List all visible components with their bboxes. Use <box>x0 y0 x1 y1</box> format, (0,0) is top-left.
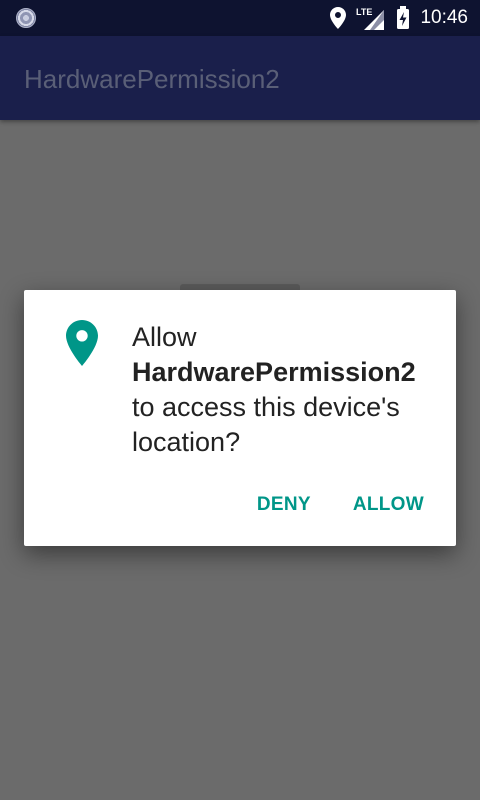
permission-dialog: Allow HardwarePermission2 to access this… <box>24 290 456 546</box>
message-app-name: HardwarePermission2 <box>132 357 416 387</box>
deny-button[interactable]: DENY <box>249 490 319 520</box>
app-title: HardwarePermission2 <box>24 64 280 94</box>
notification-icon <box>16 8 36 28</box>
status-bar: LTE 10:46 <box>0 0 480 36</box>
message-suffix: to access this device's location? <box>132 392 400 457</box>
message-prefix: Allow <box>132 322 197 352</box>
battery-charging-icon <box>397 6 410 29</box>
network-type-label: LTE <box>356 7 372 17</box>
location-pin-icon <box>66 320 98 366</box>
dialog-actions: DENY ALLOW <box>249 490 432 520</box>
permission-message: Allow HardwarePermission2 to access this… <box>132 320 442 460</box>
signal-icon: LTE <box>356 7 385 30</box>
app-bar: HardwarePermission2 <box>0 36 480 120</box>
allow-button[interactable]: ALLOW <box>345 490 432 520</box>
location-icon <box>330 7 347 29</box>
status-icons: LTE 10:46 <box>330 0 468 36</box>
clock: 10:46 <box>420 7 468 28</box>
